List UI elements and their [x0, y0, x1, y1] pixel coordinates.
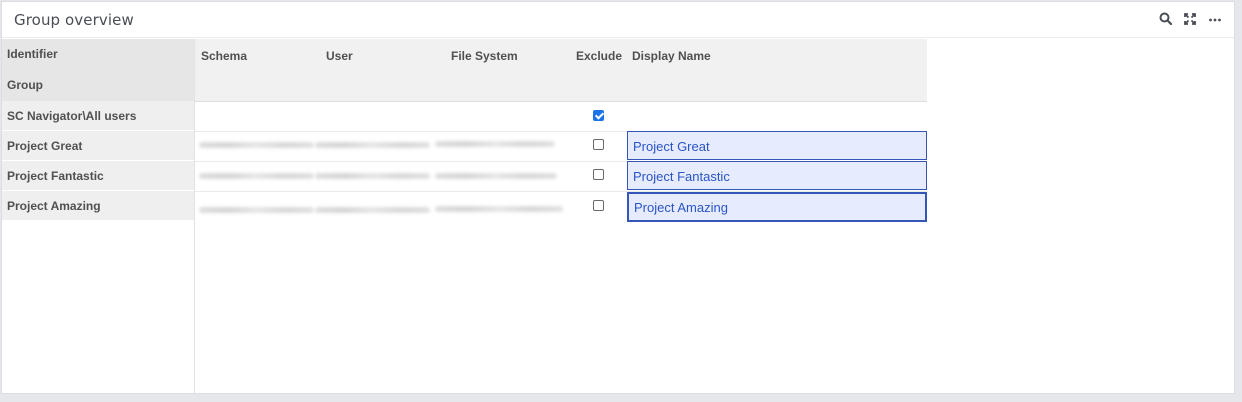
schema-column-header[interactable]: Schema [201, 49, 247, 63]
group-row-label[interactable]: SC Navigator\All users [2, 101, 194, 131]
more-icon[interactable] [1207, 11, 1223, 27]
panel-header: Group overview [2, 2, 1234, 38]
table-row: Project Fantastic [195, 161, 927, 192]
redacted-user [315, 142, 430, 148]
display-name-column-header[interactable]: Display Name [632, 49, 711, 63]
redacted-schema [199, 173, 314, 179]
group-row-label[interactable]: Project Amazing [2, 191, 194, 221]
group-header: Group [2, 70, 194, 101]
identifier-header: Identifier [2, 39, 194, 70]
table-row [195, 101, 927, 132]
redacted-user [315, 173, 430, 179]
display-name-input[interactable]: Project Fantastic [627, 161, 927, 190]
table-row: Project Amazing [195, 191, 927, 222]
user-column-header[interactable]: User [326, 49, 353, 63]
redacted-schema [199, 142, 314, 148]
exclude-checkbox[interactable] [593, 169, 604, 180]
redacted-file-system [435, 141, 555, 147]
exclude-checkbox[interactable] [593, 110, 604, 121]
table-row: Project Great [195, 131, 927, 162]
file-system-column-header[interactable]: File System [451, 49, 518, 63]
redacted-file-system [435, 173, 557, 179]
exclude-column-header[interactable]: Exclude [576, 49, 622, 63]
exclude-checkbox[interactable] [593, 139, 604, 150]
redacted-user [315, 207, 430, 213]
group-overview-panel: Group overview Identifier Group SC Navig… [1, 1, 1235, 394]
display-name-input[interactable]: Project Amazing [627, 192, 927, 222]
redacted-schema [199, 207, 314, 213]
redacted-file-system [435, 206, 563, 212]
group-identifier-column: Identifier Group SC Navigator\All users … [2, 39, 195, 394]
group-row-label[interactable]: Project Fantastic [2, 161, 194, 191]
exclude-checkbox[interactable] [593, 200, 604, 211]
search-icon[interactable] [1158, 11, 1174, 27]
display-name-input[interactable]: Project Great [627, 131, 927, 160]
group-row-label[interactable]: Project Great [2, 131, 194, 161]
grid-header: Schema User File System Exclude Display … [195, 39, 927, 102]
panel-title: Group overview [14, 11, 134, 29]
expand-icon[interactable] [1182, 11, 1198, 27]
